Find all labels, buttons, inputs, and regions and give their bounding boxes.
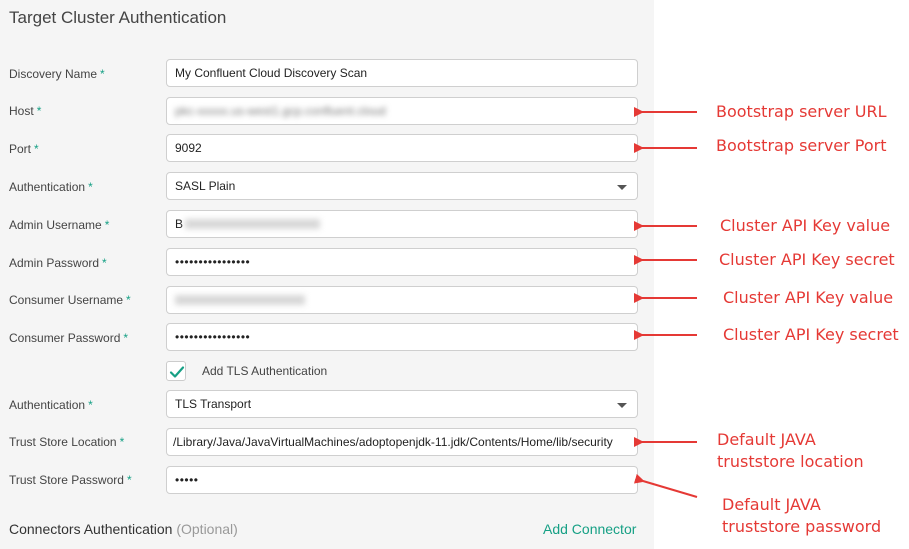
annotation-truststore-location-line1: Default JAVA <box>717 430 816 449</box>
annotation-truststore-password-line2: truststore password <box>722 517 882 536</box>
annotation-admin-key-secret: Cluster API Key secret <box>719 250 895 269</box>
annotation-truststore-password-line1: Default JAVA <box>722 495 821 514</box>
annotation-consumer-key-secret: Cluster API Key secret <box>723 325 899 344</box>
annotation-consumer-key-value: Cluster API Key value <box>723 288 894 307</box>
annotation-arrow <box>633 473 698 498</box>
annotation-bootstrap-port: Bootstrap server Port <box>716 136 887 155</box>
annotation-truststore-location-line2: truststore location <box>717 452 864 471</box>
annotation-bootstrap-url: Bootstrap server URL <box>716 102 887 121</box>
annotation-admin-key-value: Cluster API Key value <box>720 216 891 235</box>
